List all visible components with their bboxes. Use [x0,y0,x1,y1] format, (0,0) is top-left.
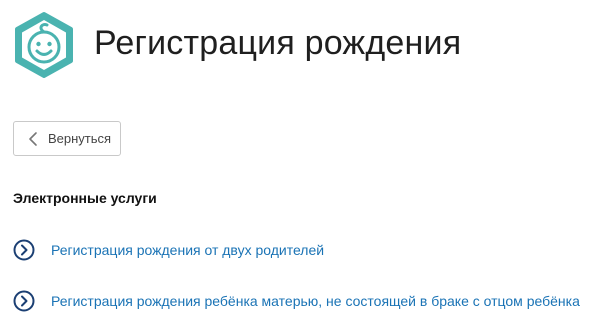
page: Регистрация рождения Вернуться Электронн… [0,0,600,327]
baby-face-hexagon-icon [15,12,73,78]
service-link-two-parents[interactable]: Регистрация рождения от двух родителей [13,239,324,261]
service-link-label[interactable]: Регистрация рождения ребёнка матерью, не… [51,293,580,309]
service-link-label[interactable]: Регистрация рождения от двух родителей [51,242,324,258]
page-title: Регистрация рождения [94,24,462,62]
circle-arrow-right-icon [13,290,35,312]
section-title: Электронные услуги [13,190,157,206]
circle-arrow-right-icon [13,239,35,261]
back-button[interactable]: Вернуться [13,121,121,156]
service-link-unmarried-mother[interactable]: Регистрация рождения ребёнка матерью, не… [13,290,580,312]
back-button-label: Вернуться [48,131,112,146]
chevron-left-icon [29,131,37,146]
